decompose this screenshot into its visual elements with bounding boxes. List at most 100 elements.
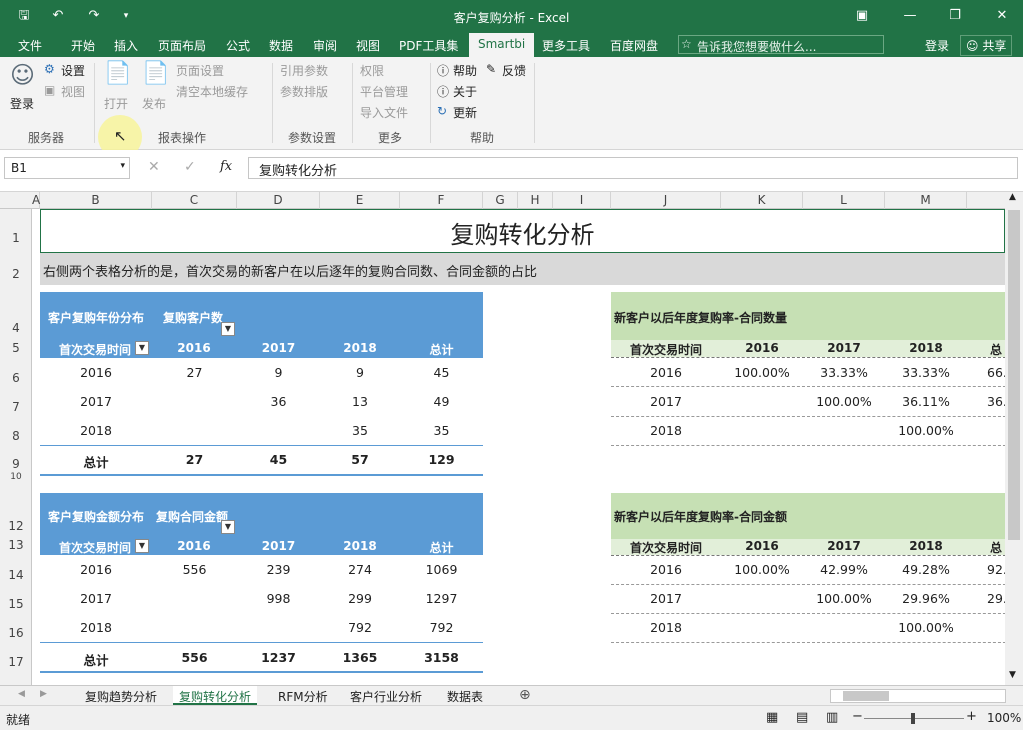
name-box[interactable]: B1 ▾ bbox=[4, 157, 130, 179]
col-header-g[interactable]: G bbox=[483, 192, 518, 209]
tab-more-tools[interactable]: 更多工具 bbox=[542, 37, 590, 54]
pivot1-col: 2018 bbox=[343, 341, 377, 355]
ref-params-button[interactable]: 引用参数 bbox=[280, 62, 328, 79]
col-header-d[interactable]: D bbox=[237, 192, 320, 209]
col-header-i[interactable]: I bbox=[553, 192, 611, 209]
update-button[interactable]: 更新 bbox=[453, 104, 477, 121]
col-header-k[interactable]: K bbox=[721, 192, 803, 209]
row-header[interactable]: 16 bbox=[0, 626, 32, 640]
scroll-down-icon[interactable]: ▼ bbox=[1009, 670, 1016, 680]
col-header-l[interactable]: L bbox=[803, 192, 885, 209]
row-header[interactable]: 10 bbox=[0, 472, 32, 482]
col-header-b[interactable]: B bbox=[40, 192, 152, 209]
pivot2-value-filter[interactable]: ▼ bbox=[221, 520, 235, 534]
platform-mgmt-button[interactable]: 平台管理 bbox=[360, 83, 408, 100]
next-sheet-icon[interactable]: ▶ bbox=[40, 689, 47, 699]
sheet-tab-rfm[interactable]: RFM分析 bbox=[278, 686, 328, 705]
about-button[interactable]: 关于 bbox=[453, 83, 477, 100]
cancel-icon[interactable]: ✕ bbox=[148, 159, 160, 175]
col-header-m[interactable]: M bbox=[885, 192, 967, 209]
zoom-in-icon[interactable]: + bbox=[966, 709, 977, 724]
row-header[interactable]: 15 bbox=[0, 597, 32, 611]
pivot1-total-label: 总计 bbox=[83, 455, 109, 470]
col-header-c[interactable]: C bbox=[152, 192, 237, 209]
restore-icon[interactable]: ❐ bbox=[945, 6, 965, 26]
zoom-level[interactable]: 100% bbox=[987, 711, 1021, 725]
page-setup-button[interactable]: 页面设置 bbox=[176, 62, 224, 79]
page-layout-view-icon[interactable]: ▤ bbox=[796, 710, 808, 725]
row-header[interactable]: 4 bbox=[0, 321, 32, 335]
login-link[interactable]: 登录 bbox=[925, 37, 949, 54]
col-header-j[interactable]: J bbox=[611, 192, 721, 209]
row-header[interactable]: 6 bbox=[0, 371, 32, 385]
normal-view-icon[interactable]: ▦ bbox=[766, 710, 778, 725]
add-sheet-icon[interactable]: ⊕ bbox=[519, 687, 531, 703]
close-icon[interactable]: ✕ bbox=[992, 6, 1012, 26]
import-file-button[interactable]: 导入文件 bbox=[360, 104, 408, 121]
row-header[interactable]: 2 bbox=[0, 267, 32, 281]
feedback-button[interactable]: 反馈 bbox=[502, 62, 526, 79]
row-header[interactable]: 9 bbox=[0, 457, 32, 471]
minimize-icon[interactable]: — bbox=[900, 6, 920, 26]
clear-cache-button[interactable]: 清空本地缓存 bbox=[176, 83, 248, 100]
col-header-a[interactable]: A bbox=[32, 192, 40, 209]
view-button[interactable]: 视图 bbox=[61, 83, 85, 100]
col-header-h[interactable]: H bbox=[518, 192, 553, 209]
share-button[interactable]: ☺ 共享 bbox=[960, 35, 1013, 56]
permission-button[interactable]: 权限 bbox=[360, 62, 384, 79]
col-header-e[interactable]: E bbox=[320, 192, 400, 209]
insert-function-icon[interactable]: fx bbox=[220, 159, 232, 174]
tab-pdf-tools[interactable]: PDF工具集 bbox=[399, 37, 458, 54]
row-header[interactable]: 17 bbox=[0, 655, 32, 669]
pivot2-total: 1365 bbox=[342, 650, 378, 665]
pivot1-row-filter[interactable]: ▼ bbox=[135, 341, 149, 355]
rate-table2-cell: 100.00% bbox=[816, 591, 872, 606]
row-header[interactable]: 8 bbox=[0, 429, 32, 443]
zoom-out-icon[interactable]: − bbox=[852, 709, 863, 724]
pivot2-cell: 556 bbox=[182, 562, 207, 577]
row-header[interactable]: 12 bbox=[0, 519, 32, 533]
sheet-tab-data[interactable]: 数据表 bbox=[447, 686, 483, 705]
page-break-view-icon[interactable]: ▥ bbox=[826, 710, 838, 725]
tab-smartbi[interactable]: Smartbi bbox=[469, 33, 535, 57]
open-button[interactable]: 打开 bbox=[104, 95, 128, 112]
row-header[interactable]: 5 bbox=[0, 341, 32, 355]
row-header[interactable]: 14 bbox=[0, 568, 32, 582]
pivot2-row-filter[interactable]: ▼ bbox=[135, 539, 149, 553]
tell-me-input[interactable]: ☆ 告诉我您想要做什么... bbox=[678, 35, 884, 54]
sheet-tab-customer-industry[interactable]: 客户行业分析 bbox=[350, 686, 422, 705]
scroll-up-icon[interactable]: ▲ bbox=[1009, 192, 1016, 202]
tab-insert[interactable]: 插入 bbox=[114, 37, 138, 54]
tab-formulas[interactable]: 公式 bbox=[226, 37, 250, 54]
tab-page-layout[interactable]: 页面布局 bbox=[158, 37, 206, 54]
publish-button[interactable]: 发布 bbox=[142, 95, 166, 112]
tab-data[interactable]: 数据 bbox=[269, 37, 293, 54]
help-button[interactable]: 帮助 bbox=[453, 62, 477, 79]
tab-file[interactable]: 文件 bbox=[18, 37, 42, 54]
rate-table2-cell: 2018 bbox=[650, 620, 682, 635]
row-header[interactable]: 7 bbox=[0, 400, 32, 414]
zoom-thumb[interactable] bbox=[911, 713, 915, 724]
sheet-tab-repurchase-trend[interactable]: 复购趋势分析 bbox=[85, 686, 157, 705]
tab-baidu-pan[interactable]: 百度网盘 bbox=[610, 37, 658, 54]
settings-button[interactable]: 设置 bbox=[61, 62, 85, 79]
sheet-tab-repurchase-conversion[interactable]: 复购转化分析 bbox=[173, 686, 258, 705]
formula-input[interactable]: 复购转化分析 bbox=[248, 157, 1018, 179]
prev-sheet-icon[interactable]: ◀ bbox=[18, 689, 25, 699]
pivot1-value-filter[interactable]: ▼ bbox=[221, 322, 235, 336]
check-icon[interactable]: ✓ bbox=[184, 159, 196, 175]
h-scroll-thumb[interactable] bbox=[843, 691, 889, 701]
vertical-scrollbar[interactable]: ▲ ▼ bbox=[1005, 192, 1023, 685]
row-header[interactable]: 13 bbox=[0, 538, 32, 552]
ribbon-display-icon[interactable]: ▣ bbox=[852, 6, 872, 26]
horizontal-scrollbar[interactable] bbox=[830, 689, 1006, 703]
col-header-f[interactable]: F bbox=[400, 192, 483, 209]
tab-review[interactable]: 审阅 bbox=[313, 37, 337, 54]
tab-home[interactable]: 开始 bbox=[71, 37, 95, 54]
tab-view[interactable]: 视图 bbox=[356, 37, 380, 54]
row-header[interactable]: 1 bbox=[0, 231, 32, 245]
scroll-thumb[interactable] bbox=[1008, 210, 1020, 540]
param-sort-button[interactable]: 参数排版 bbox=[280, 83, 328, 100]
worksheet-grid[interactable]: 复购转化分析 右侧两个表格分析的是，首次交易的新客户在以后逐年的复购合同数、合同… bbox=[32, 209, 1005, 685]
login-button[interactable]: 登录 bbox=[10, 95, 34, 112]
